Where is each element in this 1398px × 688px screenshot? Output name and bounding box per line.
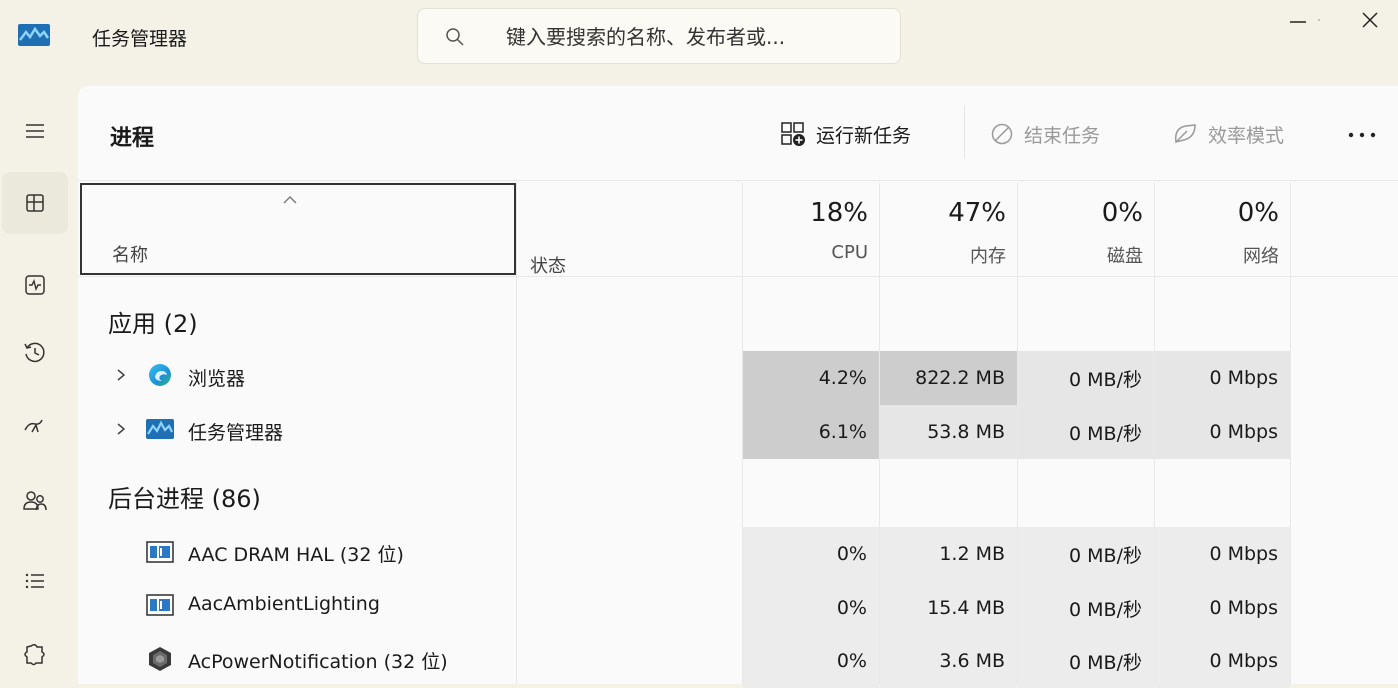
- network-cell: 0 Mbps: [1155, 634, 1290, 688]
- startup-speedometer-icon: [24, 419, 43, 433]
- nav-services[interactable]: [2, 624, 68, 686]
- process-name: 任务管理器: [188, 422, 284, 444]
- col-divider: [516, 183, 517, 684]
- process-name: AAC DRAM HAL (32 位): [188, 544, 404, 566]
- nav-processes[interactable]: [2, 172, 68, 234]
- run-new-task-icon: [781, 122, 805, 146]
- history-icon: [24, 342, 45, 363]
- chevron-right-icon[interactable]: [114, 368, 128, 382]
- chevron-right-icon[interactable]: [114, 422, 128, 436]
- title-bar: 任务管理器: [0, 0, 1398, 86]
- efficiency-mode-label: 效率模式: [1208, 124, 1285, 147]
- column-header-network[interactable]: 网络: [1158, 242, 1279, 268]
- disk-cell: 0 MB/秒: [1018, 405, 1154, 459]
- column-header-status[interactable]: 状态: [530, 252, 566, 278]
- run-new-task-button[interactable]: 运行新任务: [780, 116, 911, 152]
- close-icon: [1362, 12, 1378, 28]
- more-options-button[interactable]: [1340, 122, 1384, 148]
- app-title: 任务管理器: [92, 28, 188, 50]
- column-header-memory[interactable]: 内存: [884, 242, 1006, 268]
- efficiency-mode-button[interactable]: 效率模式: [1172, 116, 1284, 152]
- network-total-percent[interactable]: 0%: [1158, 198, 1279, 228]
- header-divider: [78, 276, 1398, 277]
- cpu-cell: 4.2%: [743, 351, 879, 405]
- run-new-task-label: 运行新任务: [816, 124, 912, 147]
- nav-performance[interactable]: [2, 254, 68, 316]
- maximize-button[interactable]: [1264, 0, 1320, 40]
- cpu-cell: 6.1%: [743, 405, 879, 459]
- nav-app-history[interactable]: [2, 322, 68, 384]
- disk-cell: 0 MB/秒: [1018, 351, 1154, 405]
- menu-button[interactable]: [2, 100, 68, 162]
- memory-cell: 3.6 MB: [880, 634, 1017, 688]
- services-puzzle-icon: [24, 643, 45, 666]
- process-name: 浏览器: [188, 368, 246, 390]
- network-cell: 0 Mbps: [1155, 405, 1290, 459]
- edge-browser-icon: [149, 364, 171, 386]
- process-name: AcPowerNotification (32 位): [188, 651, 448, 673]
- toolbar-divider: [78, 180, 1398, 181]
- window-app-icon: [146, 541, 174, 563]
- processes-panel: 进程 运行新任务 结束任务 效率模式 名称 状态 18% CPU 47% 内存 …: [78, 86, 1398, 688]
- maximize-icon: [1318, 19, 1320, 21]
- column-header-cpu[interactable]: CPU: [748, 242, 868, 263]
- details-list-icon: [25, 573, 44, 589]
- memory-cell: 1.2 MB: [880, 527, 1017, 581]
- group-header-apps: 应用 (2): [108, 310, 198, 338]
- disk-cell: 0 MB/秒: [1018, 527, 1154, 581]
- column-header-disk[interactable]: 磁盘: [1022, 242, 1143, 268]
- process-name: AacAmbientLighting: [188, 593, 380, 615]
- nav-details[interactable]: [2, 550, 68, 612]
- sort-ascending-icon: [283, 196, 297, 204]
- processes-icon: [26, 194, 44, 212]
- search-box[interactable]: [417, 8, 901, 64]
- disk-cell: 0 MB/秒: [1018, 634, 1154, 688]
- performance-icon: [25, 275, 45, 295]
- end-task-icon: [991, 123, 1013, 145]
- col-divider: [1290, 183, 1291, 684]
- disk-cell: 0 MB/秒: [1018, 581, 1154, 635]
- efficiency-leaf-icon: [1174, 124, 1196, 143]
- cpu-cell: 0%: [743, 581, 879, 635]
- nav-startup-apps[interactable]: [2, 396, 68, 458]
- toolbar-separator: [964, 106, 965, 158]
- search-input[interactable]: [504, 19, 888, 55]
- column-name-label: 名称: [112, 245, 148, 266]
- page-title: 进程: [110, 126, 155, 151]
- window-app-icon: [146, 594, 174, 616]
- memory-cell: 53.8 MB: [880, 405, 1017, 459]
- users-icon: [23, 491, 47, 511]
- memory-cell: 822.2 MB: [880, 351, 1017, 405]
- memory-cell: 15.4 MB: [880, 581, 1017, 635]
- end-task-button[interactable]: 结束任务: [990, 116, 1100, 152]
- search-icon: [446, 28, 464, 46]
- memory-total-percent[interactable]: 47%: [884, 198, 1006, 228]
- cpu-cell: 0%: [743, 634, 879, 688]
- hamburger-icon: [26, 124, 44, 138]
- power-notification-icon: [149, 647, 171, 671]
- end-task-label: 结束任务: [1024, 124, 1101, 147]
- network-cell: 0 Mbps: [1155, 351, 1290, 405]
- column-header-name[interactable]: 名称: [80, 183, 516, 275]
- cpu-total-percent[interactable]: 18%: [748, 198, 868, 228]
- group-header-background: 后台进程 (86): [108, 485, 261, 513]
- more-dots-icon: [1348, 132, 1376, 138]
- task-manager-app-icon: [18, 24, 50, 46]
- network-cell: 0 Mbps: [1155, 527, 1290, 581]
- task-manager-icon: [146, 419, 174, 439]
- network-cell: 0 Mbps: [1155, 581, 1290, 635]
- cpu-cell: 0%: [743, 527, 879, 581]
- nav-users[interactable]: [2, 470, 68, 532]
- close-button[interactable]: [1342, 0, 1398, 40]
- disk-total-percent[interactable]: 0%: [1022, 198, 1143, 228]
